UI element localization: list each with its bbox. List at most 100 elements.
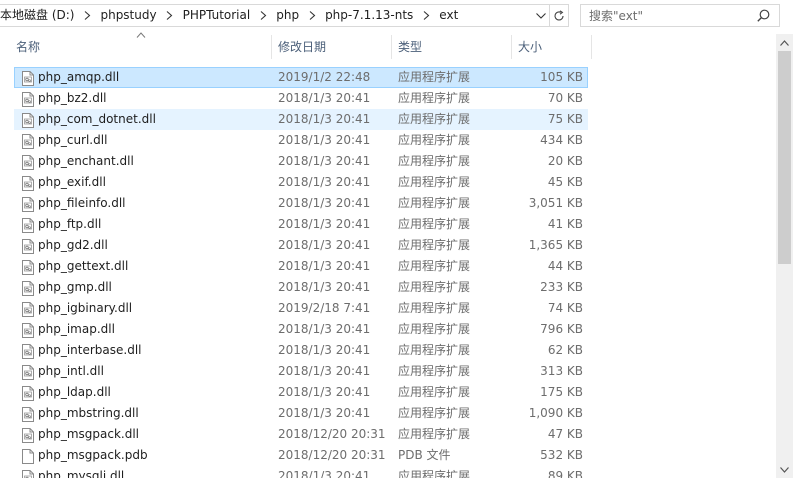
file-name: php_curl.dll [38,133,108,147]
dll-file-icon [21,302,35,317]
file-row[interactable]: php_msgpack.dll 2018/12/20 20:31 应用程序扩展 47 … [14,424,588,445]
column-headers: 名称 修改日期 类型 大小 [0,32,776,61]
column-divider[interactable] [591,35,592,59]
breadcrumb-item-php[interactable]: php [271,5,304,26]
file-size: 70 KB [547,91,583,105]
file-size: 434 KB [540,133,583,147]
dll-file-icon [21,113,35,128]
file-type: 应用程序扩展 [398,280,471,294]
chevron-right-icon[interactable] [418,5,434,26]
file-row[interactable]: php_gmp.dll 2018/1/3 20:41 应用程序扩展 233 KB [14,277,588,298]
breadcrumb-item-phpstudy[interactable]: phpstudy [95,5,161,26]
file-name: php_ldap.dll [38,385,111,399]
file-date: 2018/1/3 20:41 [278,385,371,399]
file-size: 313 KB [540,364,583,378]
file-row[interactable]: php_mbstring.dll 2018/1/3 20:41 应用程序扩展 1,09… [14,403,588,424]
file-type: 应用程序扩展 [398,133,471,147]
file-row[interactable]: php_ldap.dll 2018/1/3 20:41 应用程序扩展 175 KB [14,382,588,403]
file-row[interactable]: php_amqp.dll 2019/1/2 22:48 应用程序扩展 105 KB [14,67,588,88]
dll-file-icon [21,92,35,107]
file-name: php_exif.dll [38,175,106,189]
file-date: 2018/1/3 20:41 [278,91,371,105]
file-row[interactable]: php_fileinfo.dll 2018/1/3 20:41 应用程序扩展 3,05… [14,193,588,214]
file-row[interactable]: php_gd2.dll 2018/1/3 20:41 应用程序扩展 1,365 KB [14,235,588,256]
breadcrumb-item-php-version[interactable]: php-7.1.13-nts [320,5,418,26]
dll-file-icon [21,470,35,478]
file-size: 1,090 KB [528,406,583,420]
file-type: 应用程序扩展 [398,364,471,378]
file-row[interactable]: php_gettext.dll 2018/1/3 20:41 应用程序扩展 44 KB [14,256,588,277]
chevron-right-icon[interactable] [79,5,95,26]
column-header-type[interactable]: 类型 [392,33,510,61]
file-name: php_bz2.dll [38,91,107,105]
file-size: 233 KB [540,280,583,294]
file-name: php_ftp.dll [38,217,102,231]
file-size: 89 KB [547,469,583,478]
file-size: 45 KB [547,175,583,189]
file-date: 2018/1/3 20:41 [278,364,371,378]
file-name: php_msgpack.pdb [38,448,148,462]
dll-file-icon [21,239,35,254]
breadcrumb-item-phptutorial[interactable]: PHPTutorial [178,5,256,26]
file-size: 75 KB [547,112,583,126]
scrollbar-thumb[interactable] [778,51,791,264]
file-size: 796 KB [540,322,583,336]
file-row[interactable]: php_bz2.dll 2018/1/3 20:41 应用程序扩展 70 KB [14,88,588,109]
file-date: 2018/1/3 20:41 [278,238,371,252]
refresh-button[interactable] [550,4,569,27]
file-date: 2018/1/3 20:41 [278,322,371,336]
file-row[interactable]: php_curl.dll 2018/1/3 20:41 应用程序扩展 434 KB [14,130,588,151]
file-type: 应用程序扩展 [398,217,471,231]
file-name: php_igbinary.dll [38,301,133,315]
file-row[interactable]: php_mysqli.dll 2018/1/3 20:41 应用程序扩展 89 KB [14,466,588,478]
vertical-scrollbar[interactable] [776,34,793,478]
dll-file-icon [21,428,35,443]
search-box[interactable] [580,4,780,27]
file-date: 2018/1/3 20:41 [278,133,371,147]
address-history-button[interactable] [532,4,550,27]
file-type: 应用程序扩展 [398,469,471,478]
file-date: 2018/1/3 20:41 [278,154,371,168]
chevron-right-icon[interactable] [162,5,178,26]
file-date: 2018/12/20 20:31 [278,427,386,441]
file-name: php_enchant.dll [38,154,134,168]
breadcrumb-item-ext[interactable]: ext [434,5,463,26]
file-row[interactable]: php_com_dotnet.dll 2018/1/3 20:41 应用程序扩展 75… [14,109,588,130]
dll-file-icon [21,134,35,149]
address-bar-region: 本地磁盘 (D:) phpstudy PHPTutorial php php-7… [0,0,793,31]
file-row[interactable]: php_imap.dll 2018/1/3 20:41 应用程序扩展 796 KB [14,319,588,340]
file-row[interactable]: php_enchant.dll 2018/1/3 20:41 应用程序扩展 20 KB [14,151,588,172]
file-row[interactable]: php_msgpack.pdb 2018/12/20 20:31 PDB 文件 532… [14,445,588,466]
scroll-down-button[interactable] [776,461,793,478]
chevron-down-icon [536,12,546,19]
column-header-date[interactable]: 修改日期 [272,33,390,61]
file-name: php_fileinfo.dll [38,196,126,210]
file-name: php_imap.dll [38,322,115,336]
file-row[interactable]: php_ftp.dll 2018/1/3 20:41 应用程序扩展 41 KB [14,214,588,235]
dll-file-icon [21,197,35,212]
file-name: php_mysqli.dll [38,469,125,478]
file-type: 应用程序扩展 [398,259,471,273]
breadcrumb[interactable]: 本地磁盘 (D:) phpstudy PHPTutorial php php-7… [0,4,550,27]
column-header-name[interactable]: 名称 [10,33,270,61]
dll-file-icon [21,218,35,233]
search-icon[interactable] [753,5,773,26]
scroll-up-button[interactable] [776,34,793,51]
file-date: 2018/1/3 20:41 [278,112,371,126]
file-type: 应用程序扩展 [398,301,471,315]
chevron-right-icon[interactable] [255,5,271,26]
file-size: 3,051 KB [528,196,583,210]
file-type: 应用程序扩展 [398,154,471,168]
file-row[interactable]: php_igbinary.dll 2019/2/18 7:41 应用程序扩展 74 K… [14,298,588,319]
search-input[interactable] [581,8,753,23]
dll-file-icon [21,155,35,170]
file-name: php_amqp.dll [38,70,120,84]
file-name: php_interbase.dll [38,343,142,357]
file-row[interactable]: php_intl.dll 2018/1/3 20:41 应用程序扩展 313 KB [14,361,588,382]
file-row[interactable]: php_exif.dll 2018/1/3 20:41 应用程序扩展 45 KB [14,172,588,193]
dll-file-icon [21,260,35,275]
column-header-size[interactable]: 大小 [512,33,590,61]
chevron-right-icon[interactable] [304,5,320,26]
file-row[interactable]: php_interbase.dll 2018/1/3 20:41 应用程序扩展 62 … [14,340,588,361]
breadcrumb-item-drive[interactable]: 本地磁盘 (D:) [0,5,79,26]
